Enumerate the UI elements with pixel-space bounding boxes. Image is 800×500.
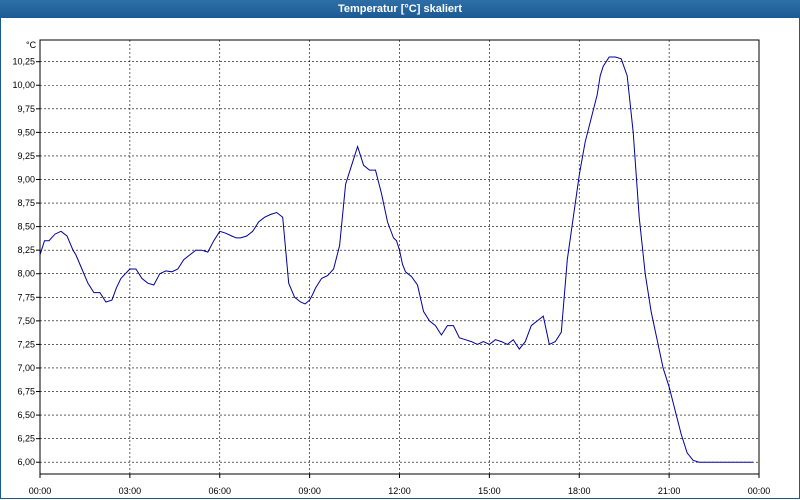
y-tick-label: 7,25 xyxy=(17,339,35,349)
x-tick-time-label: 03:00 xyxy=(119,486,142,496)
x-tick-time-label: 18:00 xyxy=(568,486,591,496)
x-tick-time-label: 12:00 xyxy=(388,486,411,496)
window-title: Temperatur [°C] skaliert xyxy=(0,0,800,18)
y-tick-label: 8,75 xyxy=(17,198,35,208)
y-unit-label: °C xyxy=(26,40,37,50)
y-tick-label: 10,25 xyxy=(12,57,35,67)
y-tick-label: 8,00 xyxy=(17,269,35,279)
y-tick-label: 8,25 xyxy=(17,245,35,255)
y-tick-label: 9,00 xyxy=(17,174,35,184)
y-tick-label: 9,50 xyxy=(17,127,35,137)
x-tick-time-label: 00:00 xyxy=(748,486,771,496)
y-tick-label: 6,00 xyxy=(17,457,35,467)
y-tick-label: 10,00 xyxy=(12,80,35,90)
y-tick-label: 6,25 xyxy=(17,434,35,444)
x-tick-time-label: 09:00 xyxy=(298,486,321,496)
x-tick-time-label: 15:00 xyxy=(478,486,501,496)
y-tick-label: 8,50 xyxy=(17,222,35,232)
y-tick-label: 7,75 xyxy=(17,292,35,302)
y-tick-label: 9,25 xyxy=(17,151,35,161)
y-tick-labels: 6,00 6,25 6,50 6,75 7,00 7,25 7,50 7,75 8,00 8,25… xyxy=(12,57,35,468)
y-tick-label: 6,75 xyxy=(17,387,35,397)
x-tick-time-label: 06:00 xyxy=(208,486,231,496)
y-tick-label: 7,50 xyxy=(17,316,35,326)
x-tick-time-label: 21:00 xyxy=(658,486,681,496)
y-tick-label: 6,50 xyxy=(17,410,35,420)
x-tick-labels: 00:0023.12.1803:0023.12.1806:0023.12.180… xyxy=(29,486,771,496)
temperature-chart: 6,00 6,25 6,50 6,75 7,00 7,25 7,50 7,75 8,00 8,25… xyxy=(12,39,771,496)
y-tick-label: 9,75 xyxy=(17,104,35,114)
y-tick-label: 7,00 xyxy=(17,363,35,373)
x-tick-time-label: 00:00 xyxy=(29,486,52,496)
